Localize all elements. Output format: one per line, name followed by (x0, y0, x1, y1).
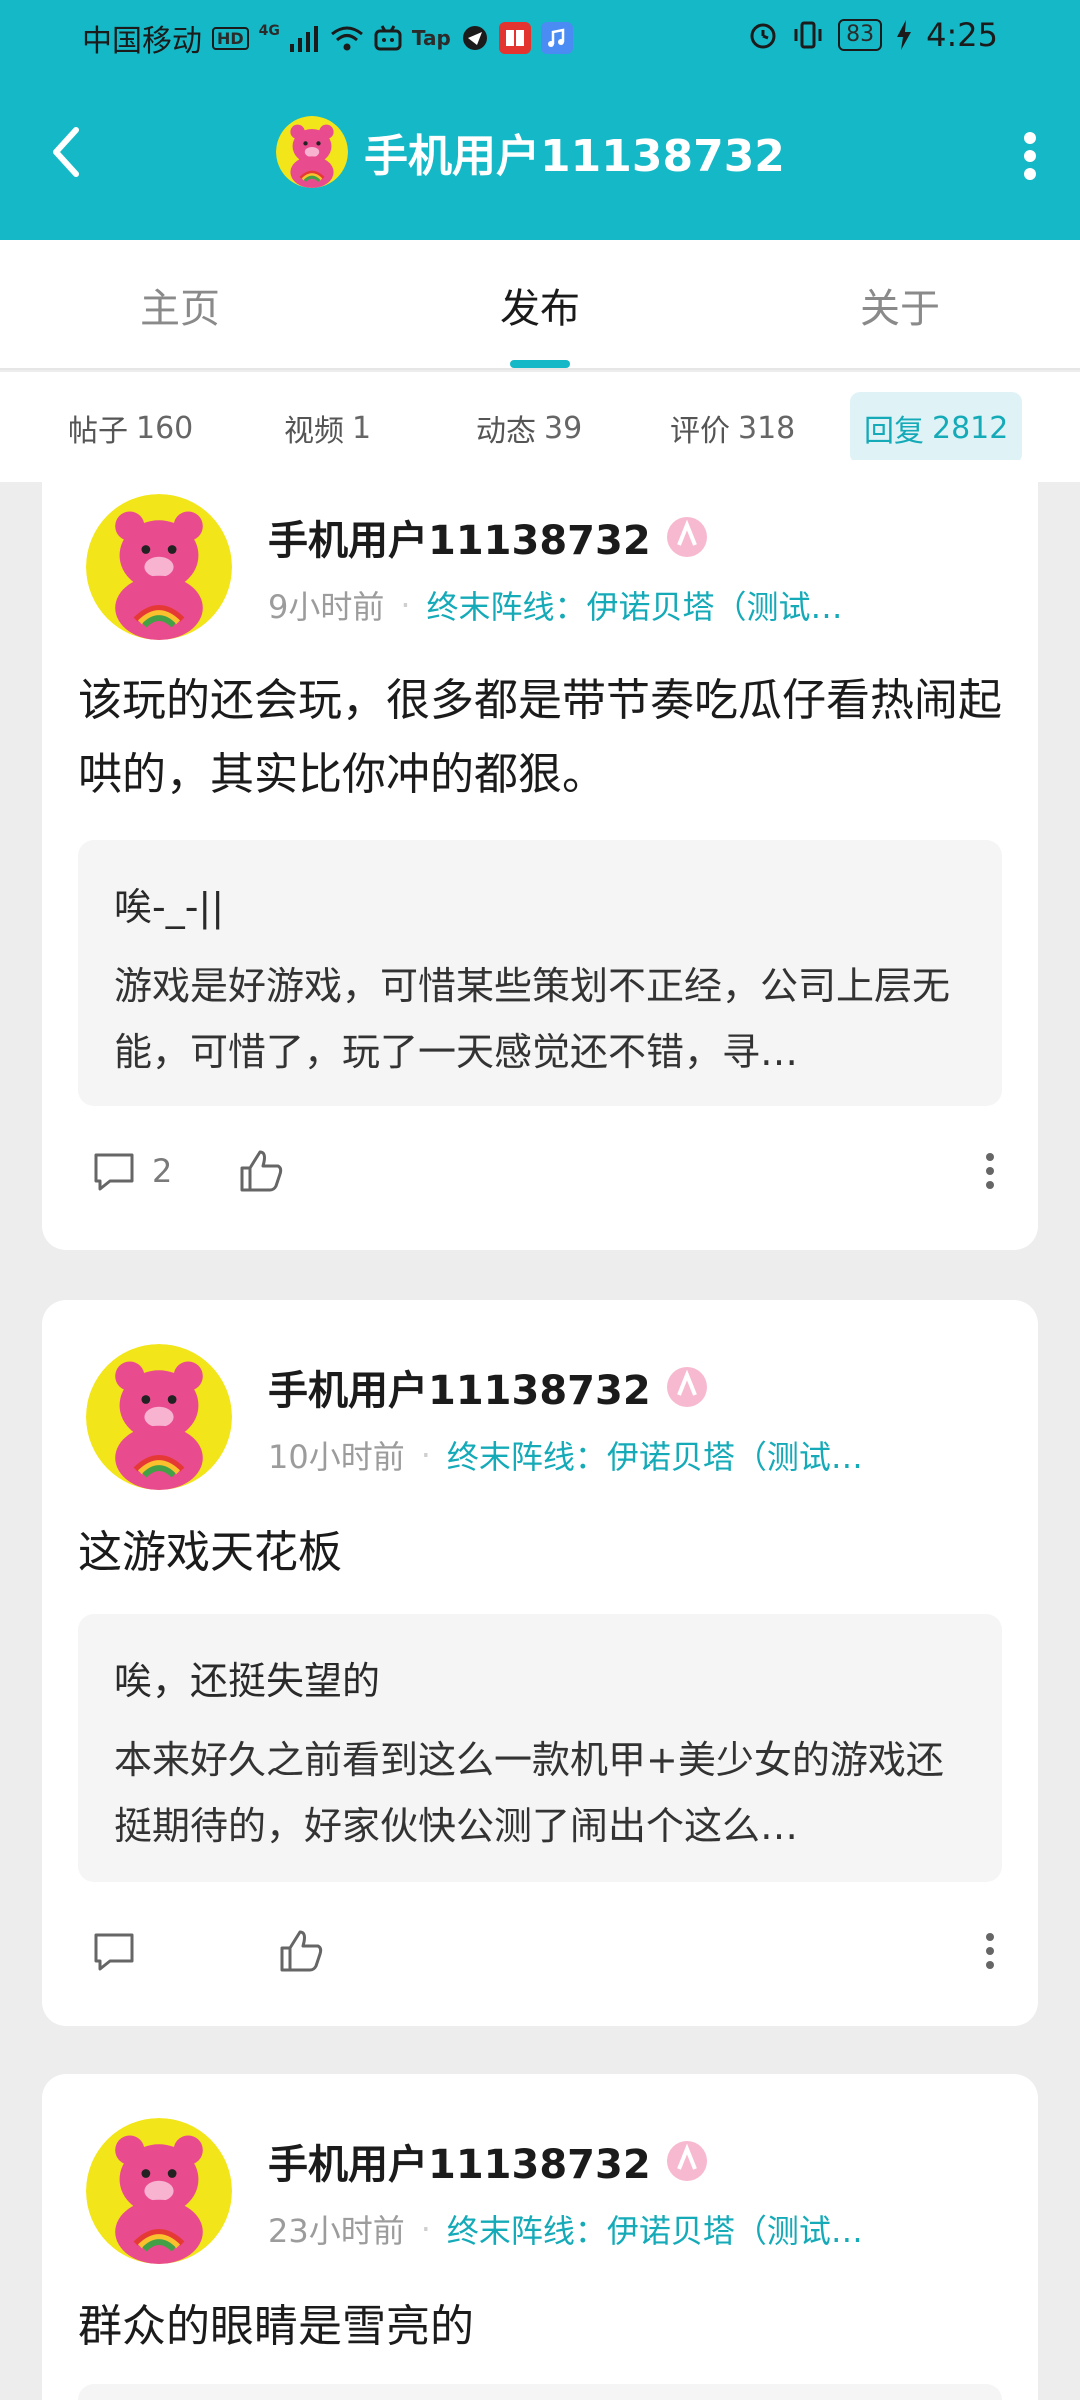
user-badge-icon (666, 1367, 707, 1407)
profile-tabs: 主页 发布 关于 (0, 240, 1080, 370)
back-arrow-icon[interactable] (44, 122, 88, 182)
app-bar: 手机用户11138732 (0, 72, 1080, 240)
action-bar (90, 1916, 1002, 1986)
reader-app-icon (498, 22, 531, 54)
post-meta: 10小时前 · 终末阵线：伊诺贝塔（测试… (268, 1432, 863, 1478)
quoted-review[interactable]: 唉-_-|| 游戏是好游戏，可惜某些策划不正经，公司上层无能，可惜了，玩了一天感… (78, 840, 1002, 1106)
filter-moments-count: 39 (544, 410, 583, 446)
like-button[interactable] (276, 1926, 326, 1976)
signal-icon (289, 26, 318, 52)
meta-separator: · (420, 1436, 431, 1474)
filter-reviews-label: 评价 (670, 414, 730, 449)
top-bar: 中国移动 HD 4G Tap 83 4:25 手机用户11138732 (0, 0, 1080, 240)
author-row: 手机用户11138732 (268, 1358, 709, 1416)
app-icon (462, 26, 487, 50)
comment-count: 2 (152, 1152, 173, 1190)
tab-home-label: 主页 (140, 286, 220, 332)
game-link[interactable]: 终末阵线：伊诺贝塔（测试… (447, 1432, 863, 1478)
tab-publish-label: 发布 (500, 286, 580, 332)
charging-icon (897, 20, 912, 50)
status-bar: 中国移动 HD 4G Tap 83 4:25 (0, 0, 1080, 72)
reply-content: 该玩的还会玩，很多都是带节奏吃瓜仔看热闹起哄的，其实比你冲的都狠。 (78, 675, 1002, 800)
reply-card[interactable]: 手机用户11138732 9小时前 · 终末阵线：伊诺贝塔（测试… 该玩的还会玩… (42, 460, 1038, 1250)
comment-button[interactable]: 2 (90, 1147, 172, 1195)
author-name[interactable]: 手机用户11138732 (268, 1358, 651, 1416)
filter-replies-count: 2812 (932, 410, 1009, 446)
author-name[interactable]: 手机用户11138732 (268, 508, 651, 566)
filter-reviews[interactable]: 评价 318 (656, 392, 809, 464)
user-badge-icon (666, 2141, 707, 2181)
user-badge-icon (666, 517, 707, 557)
reply-content: 群众的眼睛是雪亮的 (78, 2301, 474, 2352)
thumbs-up-icon (240, 1150, 283, 1192)
comment-icon (94, 1933, 134, 1971)
comment-button[interactable] (90, 1927, 152, 1975)
filter-videos[interactable]: 视频 1 (270, 392, 385, 464)
quoted-title: 唉，还挺失望的 (114, 1659, 381, 1703)
author-row: 手机用户11138732 (268, 2132, 709, 2190)
post-time: 10小时前 (268, 1438, 405, 1476)
tab-about[interactable]: 关于 (720, 240, 1080, 370)
hd-badge: HD (212, 26, 249, 50)
post-time: 23小时前 (268, 2212, 405, 2250)
action-bar: 2 (90, 1136, 1002, 1206)
filter-posts-label: 帖子 (68, 414, 128, 449)
music-app-icon (540, 22, 573, 54)
more-options-icon[interactable] (982, 1916, 998, 1986)
filter-replies-label: 回复 (864, 414, 924, 449)
network-badge: 4G (258, 23, 280, 39)
clock: 4:25 (926, 16, 998, 54)
author-row: 手机用户11138732 (268, 508, 709, 566)
quoted-review[interactable]: 唉，还挺失望的 本来好久之前看到这么一款机甲+美少女的游戏还挺期待的，好家伙快公… (78, 1614, 1002, 1882)
post-meta: 23小时前 · 终末阵线：伊诺贝塔（测试… (268, 2206, 863, 2252)
reply-card[interactable]: 手机用户11138732 10小时前 · 终末阵线：伊诺贝塔（测试… 这游戏天花… (42, 1300, 1038, 2026)
reply-content: 这游戏天花板 (78, 1527, 342, 1578)
tab-about-label: 关于 (860, 286, 940, 332)
user-avatar[interactable] (276, 116, 348, 188)
author-avatar[interactable] (86, 494, 232, 640)
author-avatar[interactable] (86, 1344, 232, 1490)
author-avatar[interactable] (86, 2118, 232, 2264)
filter-videos-label: 视频 (284, 414, 344, 449)
carrier-name: 中国移动 (82, 24, 202, 59)
quoted-body: 本来好久之前看到这么一款机甲+美少女的游戏还挺期待的，好家伙快公测了闹出个这么… (114, 1738, 944, 1848)
post-meta: 9小时前 · 终末阵线：伊诺贝塔（测试… (268, 582, 843, 628)
filter-videos-count: 1 (352, 410, 372, 446)
filter-reviews-count: 318 (738, 410, 796, 446)
filter-posts[interactable]: 帖子 160 (54, 392, 207, 464)
meta-separator: · (400, 586, 411, 624)
alarm-icon (750, 23, 776, 49)
game-link[interactable]: 终末阵线：伊诺贝塔（测试… (427, 582, 843, 628)
active-tab-indicator (510, 360, 570, 368)
reply-card[interactable]: 手机用户11138732 23小时前 · 终末阵线：伊诺贝塔（测试… 群众的眼睛… (42, 2074, 1038, 2400)
taptap-badge: Tap (411, 26, 451, 50)
thumbs-up-icon (280, 1930, 323, 1972)
page-title: 手机用户11138732 (364, 131, 785, 182)
more-options-icon[interactable] (982, 1136, 998, 1206)
meta-separator: · (420, 2210, 431, 2248)
filter-moments-label: 动态 (476, 414, 536, 449)
more-vertical-icon[interactable] (1010, 128, 1050, 184)
wifi-icon (330, 26, 363, 51)
like-button[interactable] (236, 1146, 286, 1196)
quoted-title: 唉-_-|| (114, 885, 225, 929)
filter-moments[interactable]: 动态 39 (462, 392, 596, 464)
bilibili-icon (374, 25, 402, 51)
tab-publish[interactable]: 发布 (360, 240, 720, 370)
quoted-body: 游戏是好游戏，可惜某些策划不正经，公司上层无能，可惜了，玩了一天感觉还不错，寻… (114, 964, 951, 1074)
post-time: 9小时前 (268, 588, 385, 626)
tab-home[interactable]: 主页 (0, 240, 360, 370)
quoted-review[interactable] (78, 2384, 1002, 2400)
game-link[interactable]: 终末阵线：伊诺贝塔（测试… (447, 2206, 863, 2252)
vibrate-icon (794, 21, 822, 49)
filter-posts-count: 160 (136, 410, 194, 446)
author-name[interactable]: 手机用户11138732 (268, 2132, 651, 2190)
battery-indicator: 83 (838, 19, 883, 51)
comment-icon (94, 1153, 134, 1191)
filter-replies[interactable]: 回复 2812 (850, 392, 1023, 464)
